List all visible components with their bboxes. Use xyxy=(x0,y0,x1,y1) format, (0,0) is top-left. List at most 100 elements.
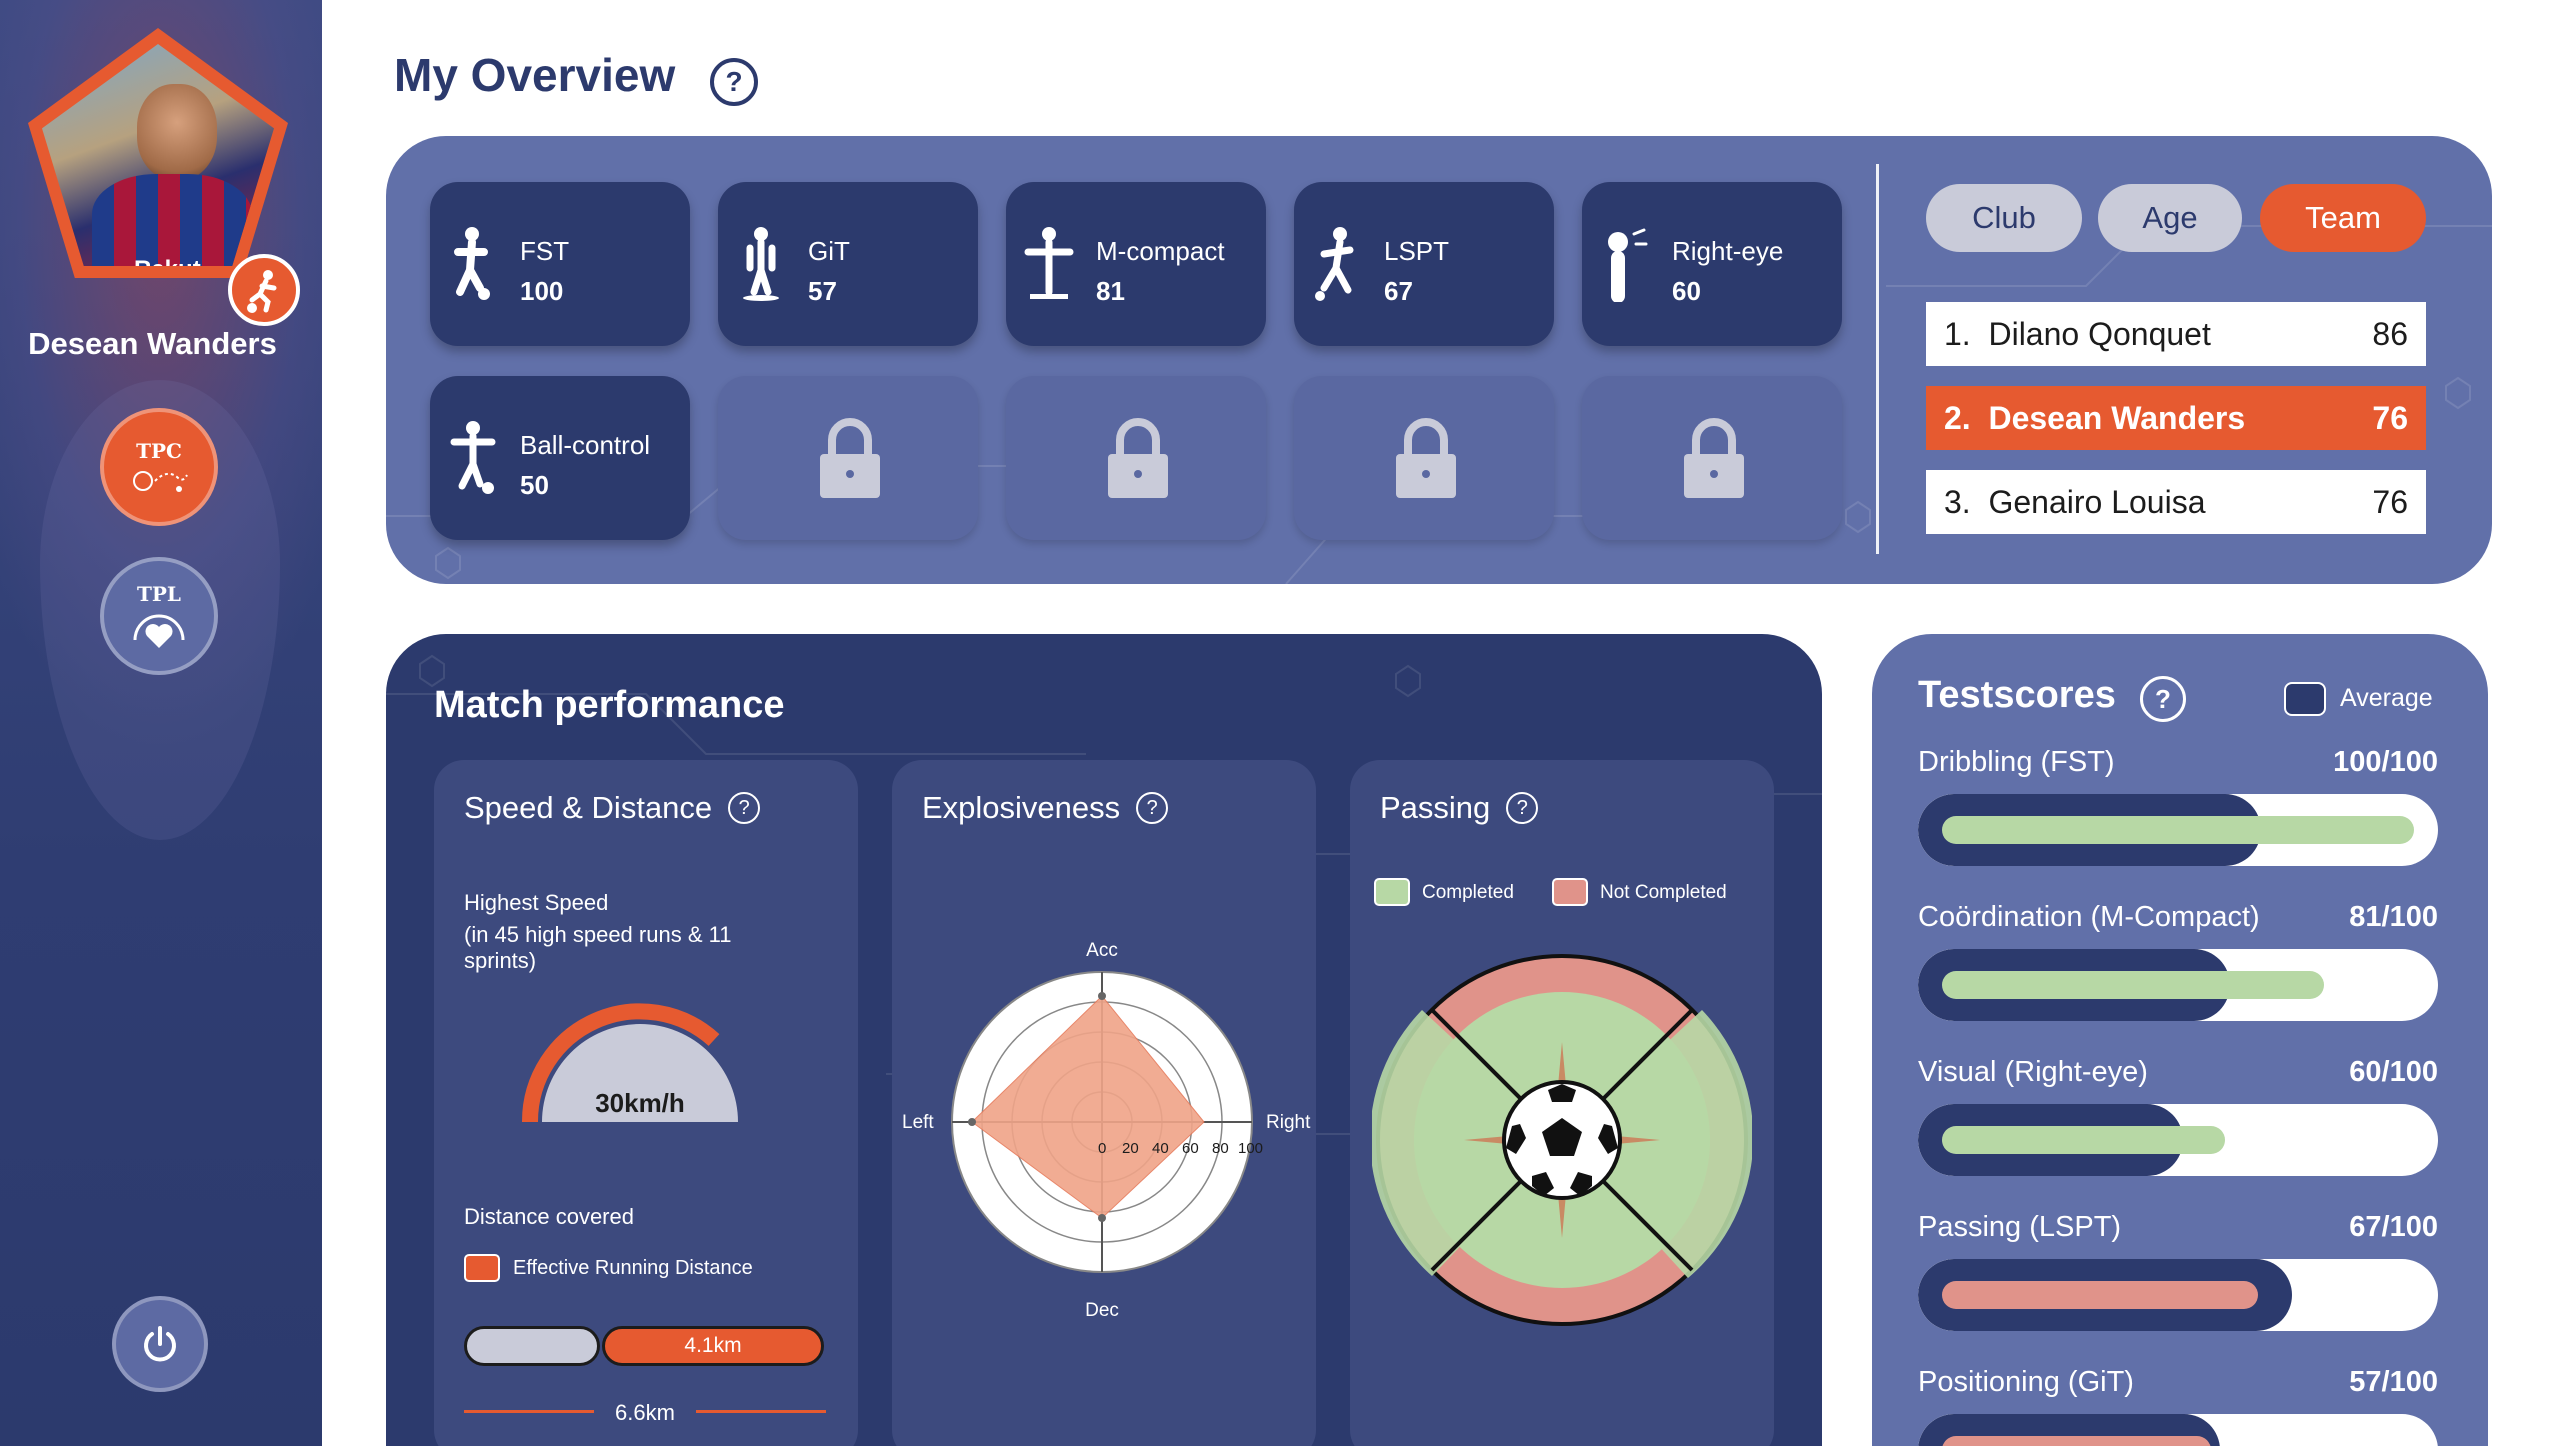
score-value-fill xyxy=(1942,971,2325,999)
tile-lspt[interactable]: LSPT 67 xyxy=(1294,182,1554,346)
avatar-photo: Rakut xyxy=(42,44,274,266)
radar-tick: 80 xyxy=(1212,1140,1229,1157)
legend-effective-label: Effective Running Distance xyxy=(513,1257,753,1279)
ball-dribble-icon xyxy=(133,471,188,492)
player-name: Desean Wanders xyxy=(28,326,277,361)
leaderboard-row[interactable]: 1. Dilano Qonquet 86 xyxy=(1926,302,2426,366)
tile-right-eye[interactable]: Right-eye 60 xyxy=(1582,182,1842,346)
tile-git[interactable]: GiT 57 xyxy=(718,182,978,346)
tile-name: M-compact xyxy=(1096,236,1225,266)
leaderboard-row-current[interactable]: 2. Desean Wanders 76 xyxy=(1926,386,2426,450)
legend-swatch-effective xyxy=(464,1254,500,1282)
highest-speed-label: Highest Speed xyxy=(464,890,609,915)
player-arms-out-icon xyxy=(1024,227,1074,299)
speed-gauge-value: 30km/h xyxy=(595,1088,685,1118)
sidebar: Rakut Desean Wanders TPC TPL xyxy=(0,0,322,1446)
filter-club[interactable]: Club xyxy=(1926,184,2082,252)
score-row: Dribbling (FST) 100/100 xyxy=(1918,746,2438,876)
avatar[interactable]: Rakut xyxy=(28,28,300,326)
distance-line-left xyxy=(464,1410,594,1413)
tile-name: Right-eye xyxy=(1672,236,1784,266)
testscores-title: Testscores xyxy=(1918,674,2116,716)
player-name: Desean Wanders xyxy=(1988,399,2246,436)
score-name: Dribbling (FST) xyxy=(1918,746,2115,778)
tile-m-compact[interactable]: M-compact 81 xyxy=(1006,182,1266,346)
score-name: Coördination (M-Compact) xyxy=(1918,901,2260,933)
score-value-fill xyxy=(1942,1436,2212,1446)
leaderboard-player: 3. Genairo Louisa xyxy=(1944,484,2206,521)
average-toggle[interactable] xyxy=(2284,682,2326,716)
overview-panel: FST 100 GiT 57 M-compact 81 LSPT 67 Righ… xyxy=(386,136,2492,584)
score-value-fill xyxy=(1942,1281,2259,1309)
lock-icon xyxy=(1108,418,1168,498)
player-eye-icon xyxy=(1608,228,1648,302)
explosiveness-help-button[interactable]: ? xyxy=(1136,792,1169,824)
tile-locked xyxy=(1582,376,1842,540)
tile-value: 100 xyxy=(520,276,564,306)
score-value: 67/100 xyxy=(2349,1211,2438,1243)
score-name: Positioning (GiT) xyxy=(1918,1366,2134,1398)
player-name: Genairo Louisa xyxy=(1988,483,2206,520)
radar-tick: 60 xyxy=(1182,1140,1199,1157)
explosiveness-radar xyxy=(951,971,1253,1273)
tile-locked xyxy=(1294,376,1554,540)
player-ball-badge-icon xyxy=(228,254,300,326)
soccer-ball-icon xyxy=(1502,1080,1622,1200)
filter-age[interactable]: Age xyxy=(2098,184,2242,252)
leaderboard-row[interactable]: 3. Genairo Louisa 76 xyxy=(1926,470,2426,534)
passing-help-button[interactable]: ? xyxy=(1506,792,1539,824)
overview-help-button[interactable]: ? xyxy=(710,58,758,106)
player-name: Dilano Qonquet xyxy=(1988,315,2211,352)
score-bar xyxy=(1918,1259,2438,1331)
score-bar xyxy=(1918,1414,2438,1446)
legend-swatch-not-completed xyxy=(1552,878,1588,906)
tile-value: 60 xyxy=(1672,276,1701,306)
passing-chart xyxy=(1372,954,1752,1326)
player-kick-icon xyxy=(1315,227,1354,301)
score-row: Positioning (GiT) 57/100 xyxy=(1918,1366,2438,1446)
tile-name: GiT xyxy=(808,236,850,266)
leaderboard-player: 1. Dilano Qonquet xyxy=(1944,316,2211,353)
speed-help-button[interactable]: ? xyxy=(728,792,761,824)
tile-fst[interactable]: FST 100 xyxy=(430,182,690,346)
speed-distance-card: Speed & Distance ? Highest Speed (in 45 … xyxy=(434,760,858,1446)
leaderboard-player: 2. Desean Wanders xyxy=(1944,400,2245,437)
radar-axis-acc: Acc xyxy=(1086,940,1118,961)
page-title: My Overview xyxy=(394,49,676,101)
power-icon xyxy=(144,1326,176,1362)
tile-ball-control[interactable]: Ball-control 50 xyxy=(430,376,690,540)
radar-axis-dec: Dec xyxy=(1085,1300,1119,1321)
tile-value: 57 xyxy=(808,276,837,306)
passing-title: Passing ? xyxy=(1380,790,1539,826)
distance-line-right xyxy=(696,1410,826,1413)
lock-icon xyxy=(1396,418,1456,498)
avatar-face xyxy=(137,84,217,180)
leaderboard-score: 76 xyxy=(2372,399,2408,436)
distance-total-label: 6.6km xyxy=(615,1400,675,1425)
radar-axis-right: Right xyxy=(1266,1112,1311,1133)
lock-icon xyxy=(1684,418,1744,498)
overview-divider xyxy=(1876,164,1879,554)
tile-name: Ball-control xyxy=(520,430,651,460)
testscores-help-button[interactable]: ? xyxy=(2140,676,2186,722)
power-button[interactable] xyxy=(112,1296,208,1392)
tpl-label: TPL xyxy=(137,582,181,606)
radar-tick: 100 xyxy=(1238,1140,1264,1157)
distance-effective-bar: 4.1km xyxy=(602,1326,824,1366)
rank: 3. xyxy=(1944,483,1971,520)
player-standing-icon xyxy=(743,227,779,301)
rank: 2. xyxy=(1944,399,1971,436)
filter-team[interactable]: Team xyxy=(2260,184,2426,252)
card-title-text: Speed & Distance xyxy=(464,790,713,825)
tile-name: LSPT xyxy=(1384,236,1450,266)
tpc-button[interactable]: TPC xyxy=(100,408,218,526)
score-value-fill xyxy=(1942,816,2414,844)
leaderboard-score: 86 xyxy=(2372,315,2408,352)
distance-covered-label: Distance covered xyxy=(464,1204,634,1229)
radar-tick: 0 xyxy=(1098,1140,1107,1157)
match-performance-panel: Match performance Speed & Distance ? Hig… xyxy=(386,634,1822,1446)
tpl-button[interactable]: TPL xyxy=(100,557,218,675)
legend-not-completed: Not Completed xyxy=(1600,882,1727,903)
score-bar xyxy=(1918,1104,2438,1176)
score-row: Visual (Right-eye) 60/100 xyxy=(1918,1056,2438,1186)
